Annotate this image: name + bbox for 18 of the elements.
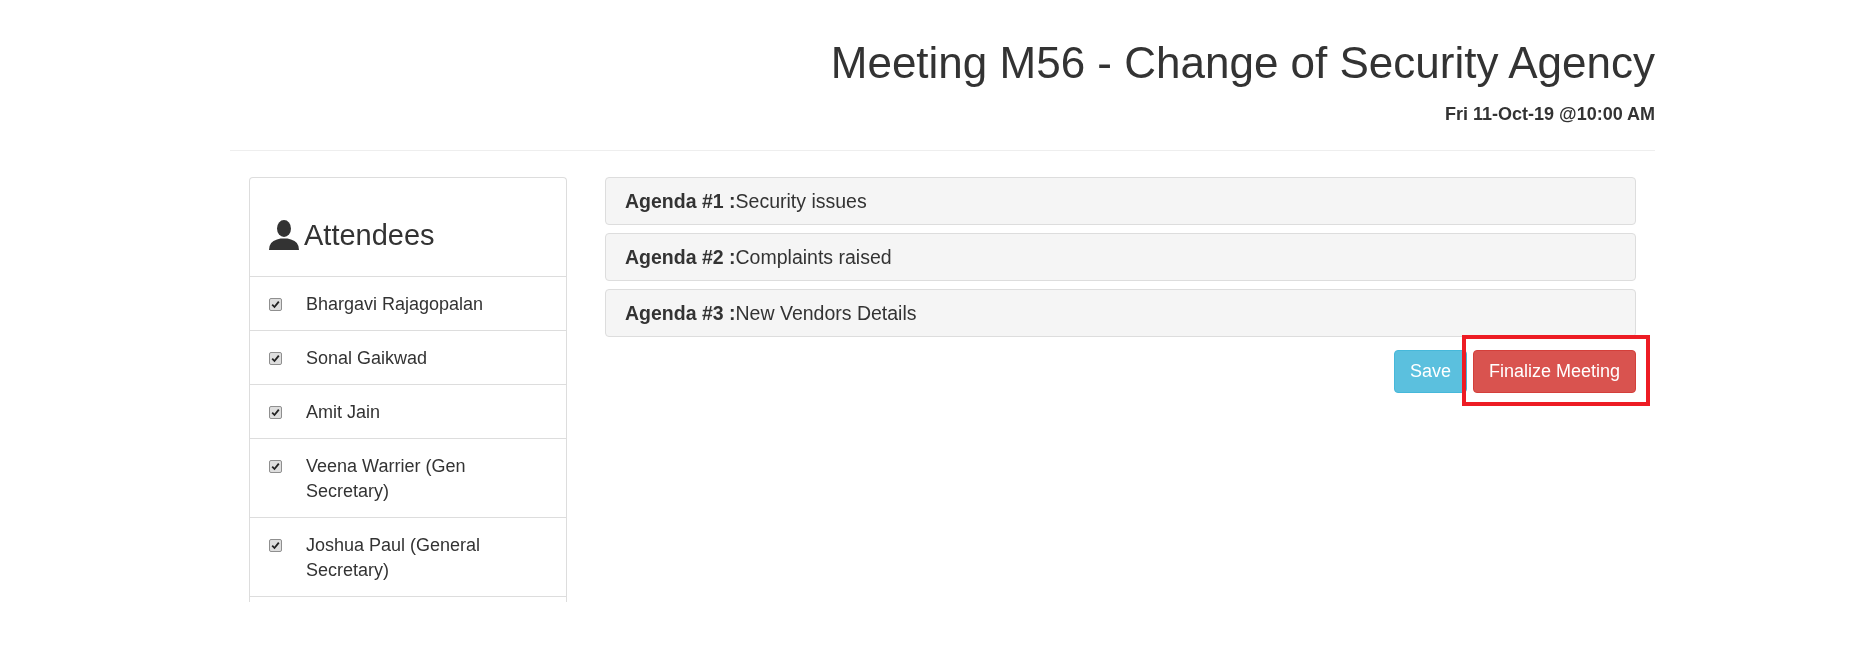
checkbox[interactable] [269, 460, 282, 474]
checkbox[interactable] [269, 539, 282, 553]
checkbox[interactable] [269, 298, 282, 312]
checkbox[interactable] [269, 352, 282, 366]
agenda-header[interactable]: Agenda #1 :Security issues [605, 177, 1636, 226]
attendee-name: Sonal Gaikwad [306, 347, 428, 371]
checkbox[interactable] [269, 406, 282, 420]
meeting-title: Meeting M56 - Change of Security Agency [830, 39, 1655, 88]
agenda-header[interactable]: Agenda #3 :New Vendors Details [605, 289, 1636, 338]
meeting-datetime: Fri 11-Oct-19 @10:00 AM [1445, 105, 1655, 126]
person-icon [269, 220, 299, 251]
attendee-name: Bhargavi Rajagopalan [306, 293, 484, 317]
attendee-name: Joshua Paul (General Secretary) [306, 534, 482, 583]
attendee-name: Veena Warrier (Gen Secretary) [306, 455, 467, 504]
attendees-heading: Attendees [304, 220, 435, 251]
attendee-name: Amit Jain [306, 401, 381, 425]
agenda-header[interactable]: Agenda #2 :Complaints raised [605, 233, 1636, 282]
finalize-button[interactable]: Finalize Meeting [1472, 350, 1636, 394]
